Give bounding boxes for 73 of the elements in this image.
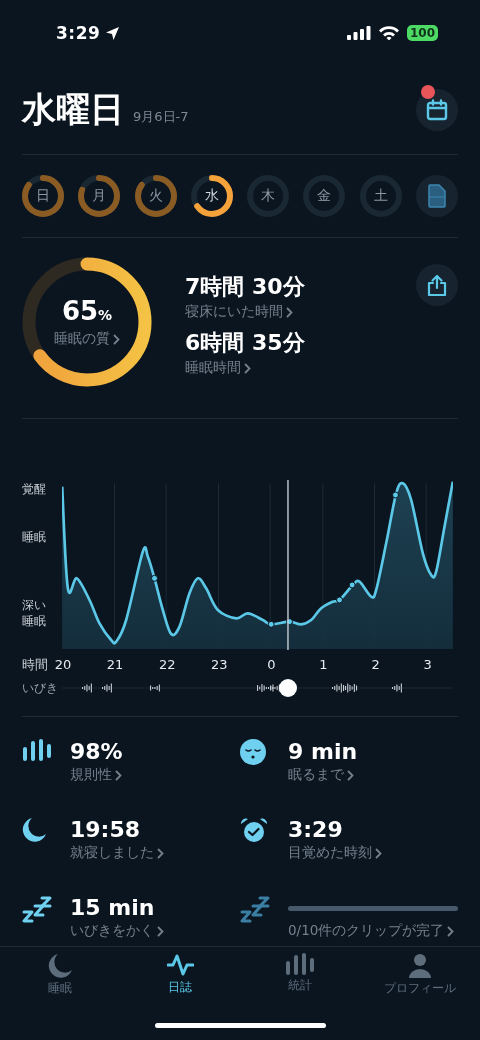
tab-item[interactable]: 統計 [240, 947, 360, 1011]
axis-label: 23 [211, 657, 228, 673]
battery-indicator: 100 [406, 25, 438, 41]
date-range: 9月6日-7 [133, 108, 189, 126]
chevron-icon [113, 333, 120, 345]
zzz-icon [240, 895, 270, 923]
day-button[interactable]: 日 [22, 175, 64, 217]
day-button[interactable]: 火 [134, 175, 177, 217]
axis-label: 睡眠 [22, 529, 47, 545]
status-time: 3:29 [56, 23, 101, 43]
metric-link[interactable]: 目覚めた時刻 [288, 844, 458, 862]
axis-label: 深い睡眠 [22, 597, 47, 629]
bars-icon [285, 953, 315, 975]
duration-link[interactable]: 睡眠時間 [185, 359, 251, 377]
metric-link[interactable]: 規則性 [70, 766, 240, 784]
metric-value: 19:58 [70, 816, 142, 844]
metric-value: 98% [70, 738, 124, 766]
metric-value: 9 min [288, 738, 359, 766]
tab-item[interactable]: 睡眠 [0, 947, 120, 1011]
day-button[interactable]: 土 [359, 175, 402, 217]
duration-value: 7時間 30分 [185, 273, 306, 301]
signal-icon [346, 26, 371, 40]
axis-label: 22 [158, 657, 176, 673]
wifi-icon [378, 26, 399, 40]
bars-icon [22, 739, 52, 761]
day-button[interactable]: 月 [78, 175, 121, 217]
chevron-icon [115, 769, 122, 781]
snore-label: いびき [22, 680, 58, 697]
calendar-icon [426, 99, 448, 121]
chevron-icon [447, 925, 455, 937]
alarm-clock-icon [240, 817, 268, 843]
moon-icon [22, 817, 47, 842]
metric-link[interactable]: 0/10件のクリップが完了 [288, 922, 458, 940]
day-button[interactable]: 水 [190, 175, 233, 217]
axis-label: 覚醒 [22, 481, 47, 497]
axis-label: 1 [319, 657, 328, 673]
share-button[interactable] [416, 264, 458, 306]
chevron-icon [157, 925, 164, 937]
moon-icon [47, 953, 73, 978]
metric-value: 3:29 [288, 816, 344, 844]
axis-label: 0 [267, 657, 276, 673]
axis-label: 3 [423, 657, 432, 673]
tab-item[interactable]: プロフィール [360, 947, 480, 1011]
duration-value: 6時間 35分 [185, 329, 306, 357]
metric-link[interactable]: いびきをかく [70, 922, 240, 940]
zzz-icon [22, 895, 52, 923]
chevron-icon [286, 306, 293, 318]
metric-value: 15 min [70, 894, 156, 922]
metric-link[interactable]: 就寝しました [70, 844, 240, 862]
duration-link[interactable]: 寝床にいた時間 [185, 303, 293, 321]
waveform-icon [166, 953, 194, 977]
chevron-icon [244, 362, 251, 374]
metric-link[interactable]: 眠るまで [288, 766, 458, 784]
quality-link[interactable]: 睡眠の質 [54, 330, 120, 348]
share-icon [427, 274, 447, 296]
axis-label: 21 [106, 657, 124, 673]
page-title: 水曜日 [22, 88, 124, 131]
axis-label: 20 [54, 657, 72, 673]
day-button[interactable]: 木 [247, 175, 290, 217]
tab-item[interactable]: 日誌 [120, 947, 240, 1011]
quality-score: 65% [61, 296, 113, 328]
day-button[interactable]: 金 [303, 175, 346, 217]
chevron-icon [347, 769, 354, 781]
report-button[interactable] [415, 175, 458, 217]
axis-title: 時間 [22, 657, 48, 673]
axis-label: 2 [371, 657, 380, 673]
playhead-handle[interactable] [279, 679, 297, 697]
chevron-icon [157, 847, 164, 859]
sleepy-face-icon [240, 739, 266, 765]
document-icon [427, 184, 446, 208]
chevron-icon [375, 847, 382, 859]
person-icon [408, 953, 432, 978]
location-arrow-icon [105, 25, 121, 41]
